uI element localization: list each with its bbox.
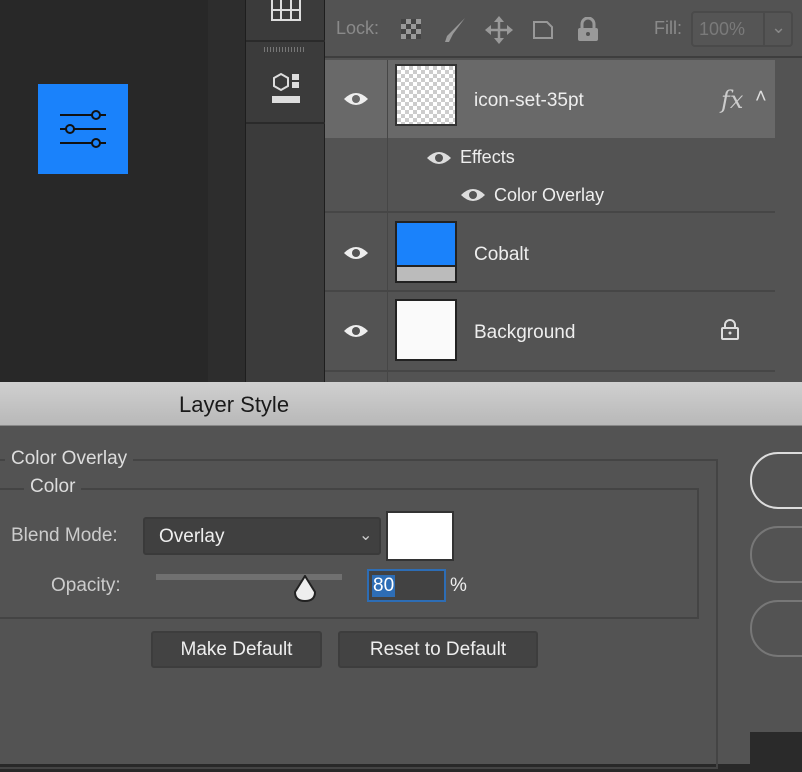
artboard-lock-icon[interactable] (529, 16, 557, 44)
opacity-input[interactable]: 80 (367, 569, 446, 602)
move-lock-icon[interactable] (485, 16, 513, 44)
layer-row-icon-set[interactable]: icon-set-35pt fx (325, 60, 775, 138)
lock-icon (721, 319, 739, 340)
3d-panel-icon[interactable] (272, 72, 302, 106)
eye-icon[interactable] (343, 91, 369, 107)
overlay-color-swatch[interactable] (386, 511, 454, 561)
layer-thumbnail (395, 299, 457, 361)
icon-preview (38, 84, 128, 174)
opacity-slider-thumb[interactable] (293, 575, 317, 603)
layers-panel: Lock: Fill: 100% ⌄ icon-set-35pt fx ˄ Ef… (325, 0, 802, 382)
fill-label: Fill: (654, 18, 682, 38)
ok-button[interactable] (750, 452, 802, 509)
section-title: Color Overlay (5, 448, 134, 470)
layer-row-cobalt[interactable]: Cobalt (325, 213, 775, 292)
collapse-chevron-icon[interactable]: ˄ (755, 86, 767, 109)
canvas-edge (208, 0, 245, 382)
panel-dock (245, 0, 325, 382)
padlock-icon[interactable] (577, 17, 599, 43)
eye-icon[interactable] (460, 187, 486, 203)
new-style-button[interactable] (750, 600, 802, 657)
percent-unit: % (450, 575, 467, 596)
effects-group: Effects Color Overlay (325, 138, 775, 213)
blend-mode-label: Blend Mode: (11, 525, 118, 546)
group-title: Color (24, 476, 82, 498)
reset-to-default-button[interactable]: Reset to Default (338, 631, 538, 668)
canvas (0, 0, 208, 382)
blend-mode-select[interactable]: Overlay ⌄ (143, 517, 381, 555)
drag-handle[interactable] (264, 47, 304, 52)
opacity-label: Opacity: (51, 575, 121, 596)
layer-row-background[interactable]: Background (325, 292, 775, 372)
eye-icon[interactable] (343, 245, 369, 261)
chevron-down-icon: ⌄ (359, 527, 373, 544)
layer-name[interactable]: Background (474, 322, 575, 344)
layer-thumbnail (395, 64, 457, 126)
effect-color-overlay[interactable]: Color Overlay (494, 185, 604, 206)
preview-swatch (750, 732, 802, 772)
brush-lock-icon[interactable] (443, 16, 469, 44)
dialog-titlebar[interactable]: Layer Style (0, 382, 802, 426)
lock-row: Lock: Fill: 100% ⌄ (325, 0, 802, 58)
layer-name[interactable]: Cobalt (474, 244, 529, 266)
grid-icon[interactable] (270, 0, 302, 22)
lock-label: Lock: (336, 18, 380, 38)
sliders-icon (60, 110, 106, 148)
chevron-down-icon[interactable]: ⌄ (771, 17, 786, 38)
fx-icon[interactable]: fx (721, 86, 743, 114)
cancel-button[interactable] (750, 526, 802, 583)
layer-thumbnail (395, 221, 457, 283)
eye-icon[interactable] (343, 323, 369, 339)
layer-style-dialog: Layer Style Color Overlay Color Blend Mo… (0, 382, 802, 772)
make-default-button[interactable]: Make Default (151, 631, 322, 668)
eye-icon[interactable] (426, 150, 452, 166)
transparent-pixels-lock-icon[interactable] (401, 19, 423, 41)
dialog-title: Layer Style (179, 392, 290, 417)
fill-input[interactable]: 100% ⌄ (691, 11, 793, 47)
layer-name[interactable]: icon-set-35pt (474, 90, 584, 112)
